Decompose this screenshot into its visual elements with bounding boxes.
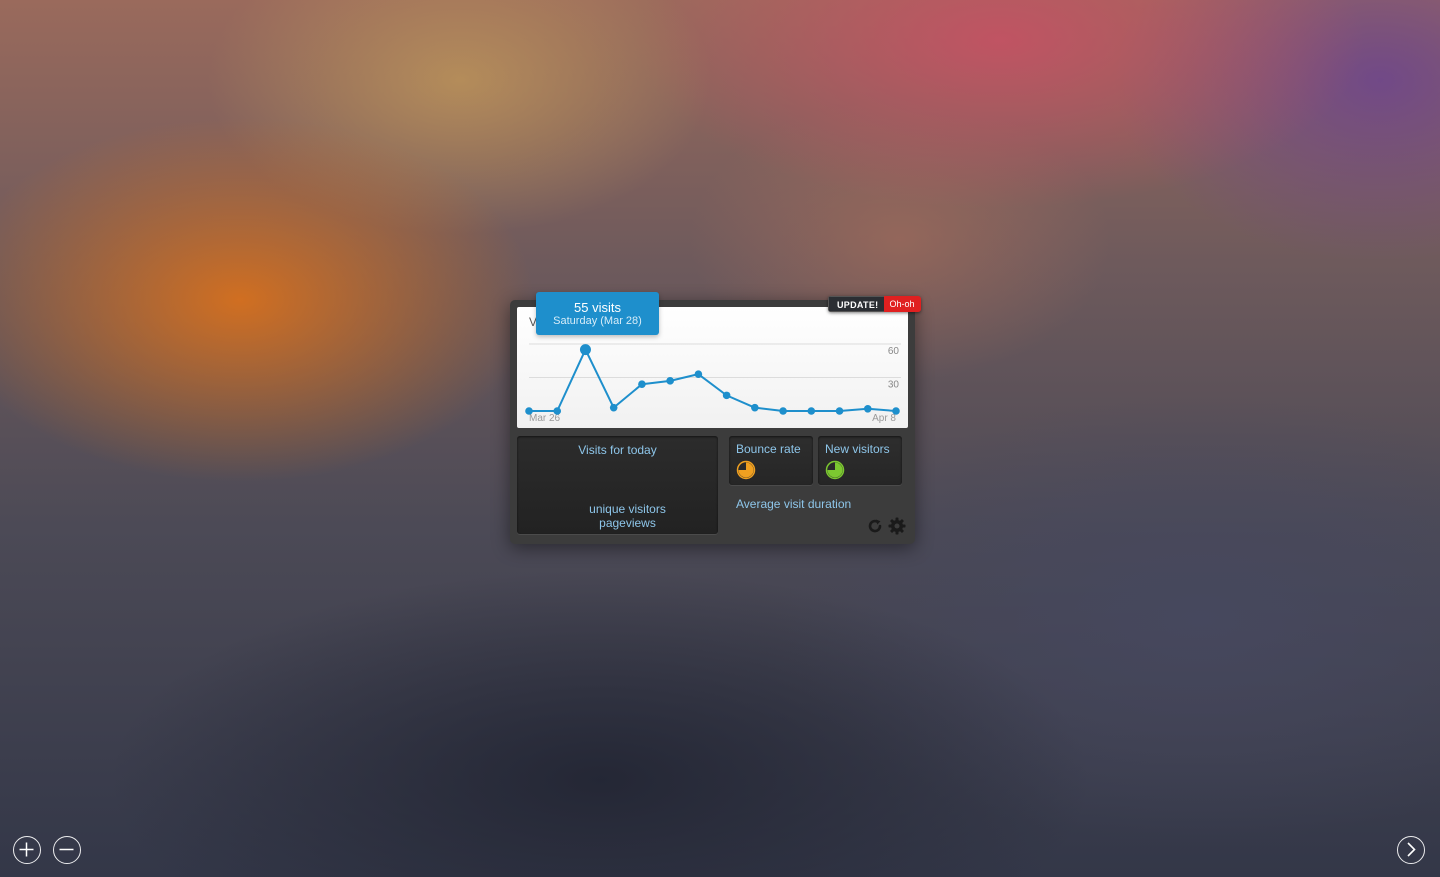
average-visit-duration-label: Average visit duration [736, 497, 852, 511]
bounce-rate-label: Bounce rate [736, 442, 801, 456]
chevron-right-icon [1407, 842, 1416, 857]
tooltip-visits: 55 visits [574, 300, 621, 315]
chart-point[interactable] [553, 407, 562, 415]
new-visitors-pie-icon [825, 460, 845, 480]
chart-point[interactable] [863, 404, 872, 413]
gear-icon[interactable] [888, 517, 906, 535]
chart-point[interactable] [892, 407, 900, 415]
next-button[interactable] [1397, 836, 1425, 864]
update-status-label: Oh-oh [884, 296, 922, 312]
zoom-in-button[interactable] [13, 836, 41, 864]
analytics-widget: V 30 60 Mar 26 Apr 8 Visits for today uniqu… [510, 300, 915, 544]
desktop-background: V 30 60 Mar 26 Apr 8 Visits for today uniqu… [0, 0, 1440, 877]
pageviews-label: pageviews [599, 516, 656, 530]
y-tick-label: 30 [888, 380, 900, 391]
chart-point[interactable] [751, 403, 759, 412]
chart-point[interactable] [638, 380, 646, 388]
visits-today-title: Visits for today [578, 443, 657, 457]
tooltip-date: Saturday (Mar 28) [553, 315, 642, 327]
bounce-rate-box: Bounce rate [729, 436, 813, 485]
chart-point-highlighted[interactable] [579, 344, 591, 356]
bounce-rate-pie-icon [736, 460, 756, 480]
chart-tooltip: 55 visits Saturday (Mar 28) [536, 292, 659, 335]
new-visitors-label: New visitors [825, 442, 890, 456]
update-label: UPDATE! [828, 296, 885, 312]
refresh-icon[interactable] [867, 518, 883, 534]
chart-point[interactable] [525, 407, 533, 415]
chart-point[interactable] [722, 391, 731, 400]
y-tick-label: 60 [888, 346, 900, 357]
plus-icon [19, 842, 34, 857]
chart-point[interactable] [835, 407, 844, 415]
x-tick-label: Apr 8 [872, 413, 896, 424]
chart-point[interactable] [666, 377, 674, 385]
new-visitors-box: New visitors [818, 436, 902, 485]
update-badge[interactable]: UPDATE! Oh-oh [828, 296, 922, 312]
chart-point[interactable] [609, 403, 618, 412]
visits-series-line [529, 348, 897, 412]
chart-point[interactable] [779, 407, 787, 415]
minus-icon [59, 848, 74, 851]
zoom-out-button[interactable] [53, 836, 81, 864]
unique-visitors-label: unique visitors [589, 502, 666, 516]
chart-point[interactable] [807, 407, 816, 415]
visits-today-panel: Visits for today unique visitors pagevie… [517, 436, 718, 534]
chart-point[interactable] [694, 370, 703, 378]
x-tick-label: Mar 26 [529, 413, 561, 424]
